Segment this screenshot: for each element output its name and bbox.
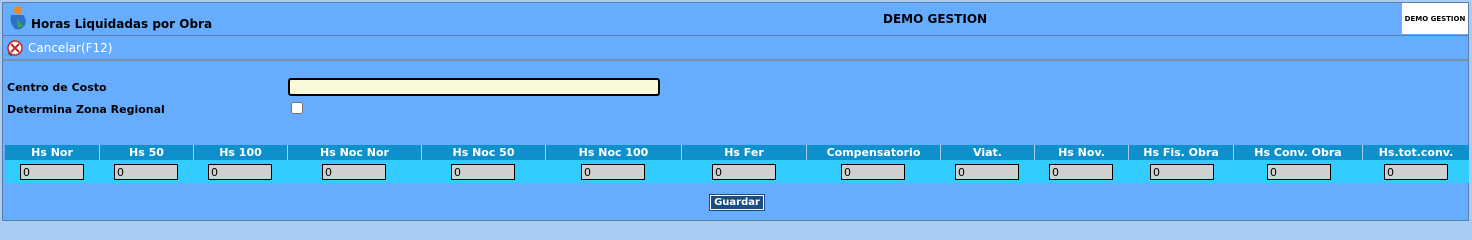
col-header-hs-fer: Hs Fer (681, 145, 806, 160)
col-header-hs-100: Hs 100 (193, 145, 287, 160)
title-bar: Horas Liquidadas por Obra DEMO GESTION D… (3, 3, 1468, 35)
col-header-hs-noc-nor: Hs Noc Nor (287, 145, 421, 160)
hs-tot-conv-input[interactable] (1384, 164, 1448, 180)
hs-nov-input[interactable] (1049, 164, 1113, 180)
hs-fer-input[interactable] (712, 164, 776, 180)
col-header-hs-nor: Hs Nor (31, 146, 73, 159)
col-header-hs-conv-obra: Hs Conv. Obra (1233, 145, 1362, 160)
company-name: DEMO GESTION (883, 12, 988, 26)
hs-fis-obra-input[interactable] (1150, 164, 1214, 180)
hs-nor-input[interactable] (20, 164, 84, 180)
cancel-icon (7, 40, 23, 57)
hs-noc-50-input[interactable] (451, 164, 515, 180)
cancel-label: Cancelar(F12) (28, 41, 113, 55)
hs-conv-obra-input[interactable] (1267, 164, 1331, 180)
col-header-compensatorio: Compensatorio (806, 145, 940, 160)
hs-noc-100-input[interactable] (581, 164, 645, 180)
main-window: Horas Liquidadas por Obra DEMO GESTION D… (2, 2, 1469, 221)
save-button[interactable]: Guardar (709, 194, 765, 211)
hours-grid-header: Hs Nor Hs 50 Hs 100 Hs Noc Nor Hs Noc 50… (5, 145, 1469, 160)
hours-grid-row (5, 160, 1469, 183)
centro-costo-input[interactable] (288, 78, 660, 96)
col-header-hs-noc-100: Hs Noc 100 (545, 145, 681, 160)
col-header-hs-nov: Hs Nov. (1034, 145, 1128, 160)
hs-noc-nor-input[interactable] (322, 164, 386, 180)
col-header-hs-noc-50: Hs Noc 50 (421, 145, 545, 160)
centro-costo-label: Centro de Costo (7, 81, 107, 94)
app-logo-icon (10, 6, 26, 30)
toolbar: Cancelar(F12) (3, 35, 1468, 61)
col-header-hs-tot-conv: Hs.tot.conv. (1362, 145, 1469, 160)
zona-regional-checkbox[interactable] (291, 102, 303, 114)
col-header-hs-fis-obra: Hs Fis. Obra (1128, 145, 1233, 160)
zona-regional-label: Determina Zona Regional (7, 103, 165, 116)
cancel-button[interactable]: Cancelar(F12) (6, 39, 112, 57)
hs-50-input[interactable] (114, 164, 178, 180)
hs-100-input[interactable] (208, 164, 272, 180)
viat-input[interactable] (955, 164, 1019, 180)
col-header-hs-50: Hs 50 (99, 145, 193, 160)
company-badge: DEMO GESTION (1402, 3, 1468, 34)
compensatorio-input[interactable] (841, 164, 905, 180)
col-header-viat: Viat. (940, 145, 1034, 160)
window-title: Horas Liquidadas por Obra (31, 17, 213, 31)
